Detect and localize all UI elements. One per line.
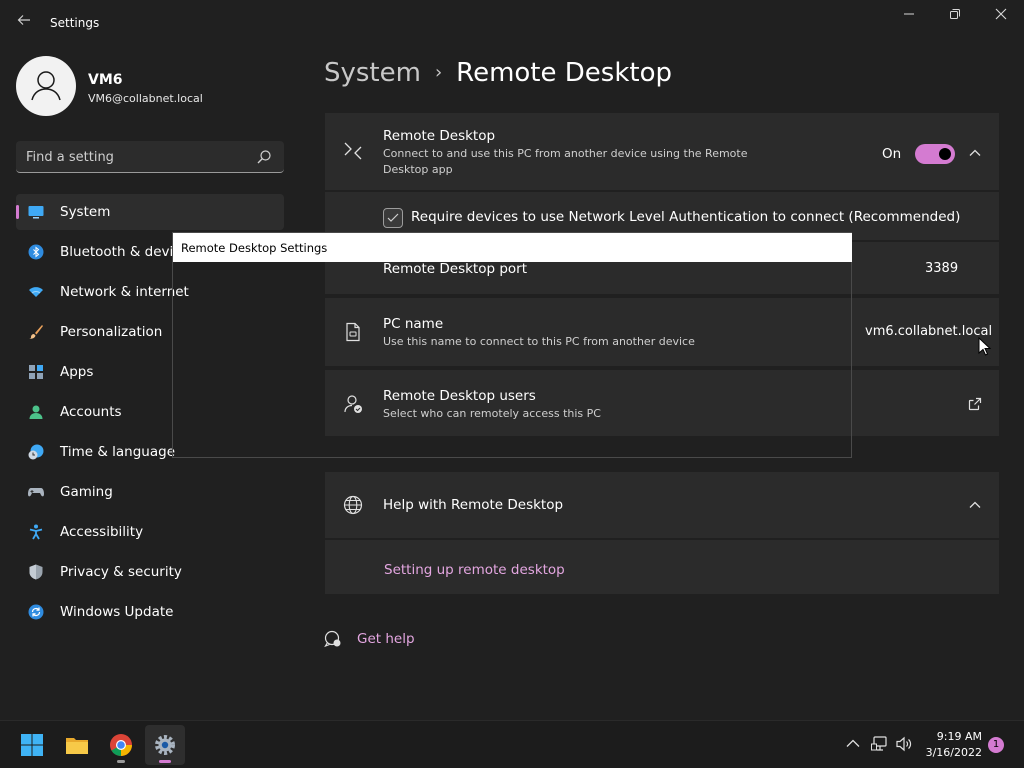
sidebar-item-windows-update[interactable]: Windows Update: [16, 594, 284, 630]
sidebar-item-label: Windows Update: [60, 604, 174, 620]
sidebar-item-label: Time & language: [60, 444, 176, 460]
bluetooth-icon: [28, 244, 44, 260]
nla-label[interactable]: Require devices to use Network Level Aut…: [411, 209, 960, 225]
pc-name-value: vm6.collabnet.local: [865, 324, 993, 339]
clock-time: 9:19 AM: [936, 730, 982, 743]
remote-desktop-settings-dialog[interactable]: Remote Desktop Settings: [172, 232, 852, 458]
external-link-icon[interactable]: [967, 396, 983, 412]
setup-remote-desktop-link[interactable]: Setting up remote desktop: [384, 562, 565, 578]
help-card[interactable]: Help with Remote Desktop: [325, 472, 999, 538]
search-box[interactable]: [16, 141, 284, 173]
active-indicator: [159, 760, 171, 763]
brush-icon: [29, 325, 43, 339]
apps-icon: [29, 365, 43, 379]
windows-logo-icon: [21, 734, 43, 756]
sidebar-item-gaming[interactable]: Gaming: [16, 474, 284, 510]
clock-date: 3/16/2022: [925, 746, 982, 759]
nla-checkbox[interactable]: [383, 208, 403, 228]
remote-desktop-toggle[interactable]: [915, 144, 955, 164]
checkmark-icon: [387, 213, 399, 222]
toggle-knob: [939, 148, 951, 160]
toggle-state-label: On: [882, 146, 902, 162]
sidebar-item-label: Accessibility: [60, 524, 144, 540]
chevron-up-icon[interactable]: [967, 145, 983, 161]
chrome-button[interactable]: [101, 725, 141, 765]
dialog-title: Remote Desktop Settings: [181, 241, 328, 255]
system-clock[interactable]: 9:19 AM 3/16/2022: [918, 729, 982, 761]
user-email: VM6@collabnet.local: [88, 92, 203, 105]
folder-icon: [66, 738, 88, 754]
sidebar-item-label: Privacy & security: [60, 564, 182, 580]
sidebar-item-system[interactable]: System: [16, 194, 284, 230]
remote-desktop-title: Remote Desktop: [383, 128, 496, 144]
gamepad-icon: [28, 488, 44, 497]
app-title: Settings: [50, 16, 100, 30]
settings-button[interactable]: [145, 725, 185, 765]
minimize-icon[interactable]: [895, 8, 923, 24]
sidebar-item-privacy[interactable]: Privacy & security: [16, 554, 284, 590]
sidebar-item-accessibility[interactable]: Accessibility: [16, 514, 284, 550]
chevron-up-icon[interactable]: [844, 735, 862, 753]
dialog-title-bar[interactable]: Remote Desktop Settings: [173, 233, 852, 262]
notification-badge[interactable]: 1: [988, 737, 1004, 753]
avatar: [16, 56, 76, 116]
breadcrumb-parent[interactable]: System: [324, 58, 421, 88]
sidebar-item-label: Apps: [60, 364, 94, 380]
running-indicator: [117, 760, 125, 763]
user-name: VM6: [88, 72, 123, 88]
sidebar-item-label: System: [60, 204, 111, 220]
get-help-link[interactable]: Get help: [357, 631, 415, 647]
close-icon[interactable]: [987, 8, 1015, 24]
selection-indicator: [16, 205, 19, 219]
chevron-right-icon: ›: [434, 62, 443, 83]
chevron-up-icon[interactable]: [967, 497, 983, 513]
remote-desktop-icon: [344, 142, 362, 160]
breadcrumb: System › Remote Desktop: [324, 58, 672, 88]
monitor-icon: [28, 206, 44, 219]
remote-desktop-card[interactable]: Remote Desktop Connect to and use this P…: [325, 113, 999, 190]
port-value: 3389: [925, 261, 959, 276]
help-link-row: Setting up remote desktop: [325, 540, 999, 594]
person-icon: [29, 405, 43, 419]
chrome-icon: [110, 734, 132, 756]
sidebar-item-label: Network & internet: [60, 284, 189, 300]
gear-icon: [155, 735, 175, 755]
sidebar-item-label: Accounts: [60, 404, 122, 420]
person-icon: [31, 71, 61, 101]
search-input[interactable]: [26, 147, 246, 167]
remote-desktop-description: Connect to and use this PC from another …: [383, 147, 748, 176]
wifi-icon: [29, 287, 43, 297]
start-button[interactable]: [12, 725, 52, 765]
page-title: Remote Desktop: [456, 58, 672, 88]
sidebar-item-label: Gaming: [60, 484, 113, 500]
update-icon: [28, 604, 44, 620]
help-chat-icon: [324, 630, 341, 648]
mouse-cursor-icon: [978, 337, 992, 356]
volume-icon[interactable]: [895, 735, 913, 753]
search-icon[interactable]: [256, 149, 272, 165]
clock-globe-icon: [28, 444, 44, 460]
taskbar: 9:19 AM 3/16/2022 1: [0, 720, 1024, 768]
accessibility-icon: [29, 524, 43, 540]
title-bar: Settings: [0, 0, 1024, 48]
network-icon[interactable]: [871, 735, 889, 753]
file-explorer-button[interactable]: [57, 725, 97, 765]
globe-icon: [343, 495, 363, 515]
help-title: Help with Remote Desktop: [383, 497, 564, 513]
shield-icon: [29, 564, 43, 580]
restore-icon[interactable]: [941, 8, 969, 24]
back-arrow-icon[interactable]: [14, 12, 34, 34]
sidebar-item-label: Personalization: [60, 324, 163, 340]
